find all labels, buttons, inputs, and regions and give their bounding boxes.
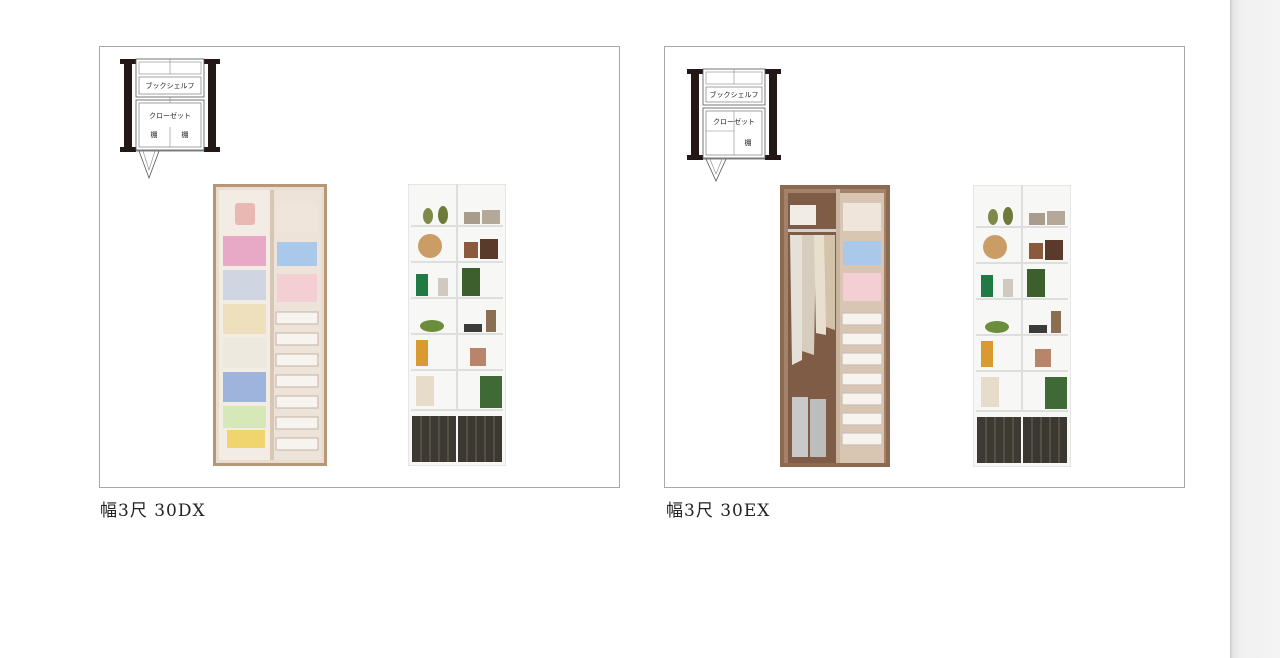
bookshelf-unit-image <box>973 185 1071 467</box>
page: ブックシェルフ クローゼット 棚 棚 幅3尺 30DX ブックシェルフ クローゼ… <box>0 0 1230 658</box>
plan-label-shelf-right: 棚 <box>745 138 752 147</box>
product-caption-30ex: 幅3尺 30EX <box>666 501 771 521</box>
closet-unit-image <box>213 184 327 466</box>
product-card-30dx[interactable]: ブックシェルフ クローゼット 棚 棚 <box>99 46 620 488</box>
product-card-30ex[interactable]: ブックシェルフ クローゼット 棚 <box>664 46 1185 488</box>
plan-label-shelf-right: 棚 <box>182 130 189 139</box>
plan-label-bookshelf: ブックシェルフ <box>710 90 759 99</box>
product-caption-30dx: 幅3尺 30DX <box>100 501 206 521</box>
plan-label-shelf-left: 棚 <box>151 130 158 139</box>
plan-label-closet: クローゼット <box>713 117 755 126</box>
plan-label-bookshelf: ブックシェルフ <box>146 81 195 90</box>
page-edge-shadow <box>1230 0 1280 658</box>
bookshelf-unit-image <box>408 184 506 466</box>
closet-hanger-unit-image <box>780 185 890 467</box>
floor-plan-diagram: ブックシェルフ クローゼット 棚 <box>687 68 781 182</box>
floor-plan-diagram: ブックシェルフ クローゼット 棚 棚 <box>120 58 220 180</box>
plan-label-closet: クローゼット <box>149 111 191 120</box>
